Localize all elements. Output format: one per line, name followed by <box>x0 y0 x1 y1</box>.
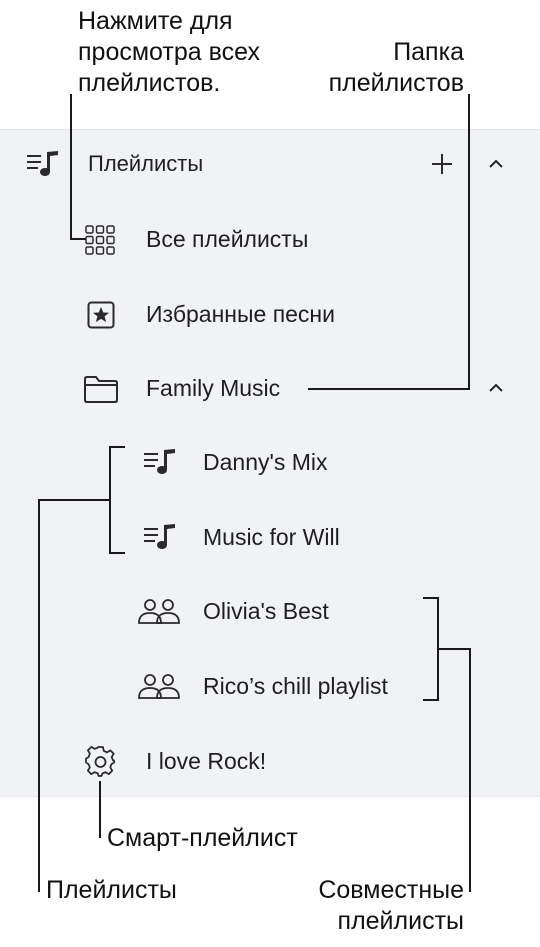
sidebar-item-olivias-best[interactable]: Olivia's Best <box>0 581 540 641</box>
leader-line <box>38 499 111 501</box>
collapse-folder-chevron-icon[interactable] <box>487 382 505 394</box>
sidebar-item-label: Family Music <box>146 374 281 401</box>
playlists-callout: Плейлисты <box>46 876 177 904</box>
leader-line <box>109 446 125 448</box>
all-playlists-callout: Нажмите для просмотра всех плейлистов. <box>78 6 260 99</box>
shared-playlists-callout: Совместные плейлисты <box>318 875 464 937</box>
callout-line: Нажмите для <box>78 7 233 35</box>
sidebar-item-label: Избранные песни <box>146 300 335 327</box>
sidebar-item-i-love-rock[interactable]: I love Rock! <box>0 731 540 791</box>
callout-line: Папка <box>393 38 464 66</box>
leader-line <box>70 238 86 240</box>
sidebar-item-dannys-mix[interactable]: Danny's Mix <box>0 432 540 492</box>
leader-line <box>423 597 439 599</box>
sidebar-item-label: Danny's Mix <box>203 448 328 475</box>
leader-line <box>468 94 470 390</box>
sidebar-item-label: I love Rock! <box>146 747 267 774</box>
sidebar-item-label: Все плейлисты <box>146 225 309 252</box>
collapse-section-chevron-icon[interactable] <box>487 158 505 170</box>
leader-line <box>70 94 72 240</box>
leader-line <box>38 499 40 892</box>
sidebar-item-label: Olivia's Best <box>203 597 329 624</box>
callout-line: плейлистов. <box>78 69 221 97</box>
gear-icon <box>85 746 115 777</box>
leader-line <box>469 648 471 892</box>
folder-callout: Папка плейлистов <box>329 37 464 99</box>
playlist-icon <box>144 524 175 549</box>
sidebar-item-label: Rico’s chill playlist <box>203 672 388 699</box>
leader-line <box>423 699 439 701</box>
leader-line <box>437 648 471 650</box>
people-icon <box>138 599 180 624</box>
add-playlist-button[interactable] <box>431 153 453 175</box>
sidebar-item-label: Music for Will <box>203 523 340 550</box>
callout-line: плейлисты <box>337 907 464 935</box>
playlist-icon <box>27 151 58 176</box>
sidebar-item-ricos-chill-playlist[interactable]: Rico’s chill playlist <box>0 656 540 716</box>
callout-line: просмотра всех <box>78 38 260 66</box>
grid-icon <box>85 225 115 255</box>
leader-line <box>109 552 125 554</box>
playlist-icon <box>144 449 175 474</box>
callout-line: Совместные <box>318 876 464 904</box>
leader-line <box>308 388 470 390</box>
star-square-icon <box>87 301 115 329</box>
section-title: Плейлисты <box>88 151 204 176</box>
leader-line <box>99 781 101 838</box>
sidebar-item-music-for-will[interactable]: Music for Will <box>0 507 540 567</box>
folder-icon <box>84 376 118 403</box>
playlists-section-header[interactable]: Плейлисты <box>0 134 540 194</box>
callout-line: плейлистов <box>328 69 464 97</box>
smart-playlist-callout: Смарт-плейлист <box>107 824 298 852</box>
people-icon <box>138 674 180 699</box>
sidebar-item-favorite-songs[interactable]: Избранные песни <box>0 284 540 344</box>
